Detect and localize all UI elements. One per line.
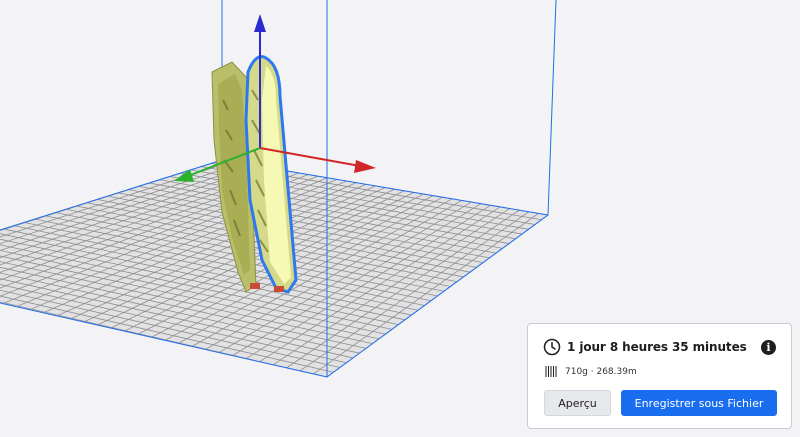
material-usage-row: 710g · 268.39m <box>545 365 637 378</box>
preview-button[interactable]: Aperçu <box>544 390 611 416</box>
info-icon[interactable]: i <box>761 340 776 355</box>
x-axis-arrow <box>354 160 376 173</box>
filament-spool-icon <box>545 366 557 377</box>
clock-icon <box>543 338 561 356</box>
save-to-file-button[interactable]: Enregistrer sous Fichier <box>621 390 777 416</box>
material-usage-text: 710g · 268.39m <box>565 366 637 377</box>
estimated-print-time: 1 jour 8 heures 35 minutes <box>567 340 747 354</box>
print-time-row: 1 jour 8 heures 35 minutes <box>543 338 747 356</box>
z-axis-arrow <box>254 14 266 32</box>
print-summary-panel: 1 jour 8 heures 35 minutes i 710g · 268.… <box>527 323 792 429</box>
